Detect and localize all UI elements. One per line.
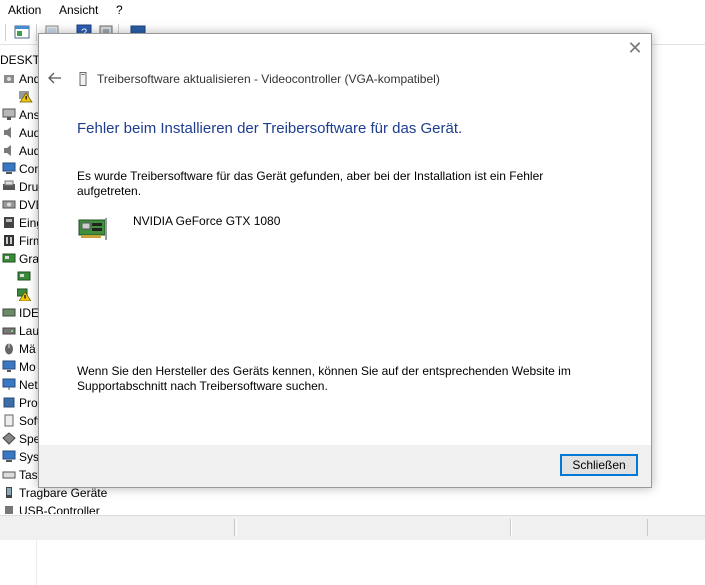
tree-item-label: Mä [19,342,36,356]
monitor-icon [2,360,16,373]
processor-icon [2,396,16,409]
gpu-warning-icon [16,288,32,302]
hid-icon [2,216,16,229]
dialog-title: Treibersoftware aktualisieren - Videocon… [97,72,440,86]
audio-input-icon [2,72,16,85]
tree-item[interactable]: IDE [0,304,40,322]
tree-item[interactable]: Syst [0,448,40,466]
device-tree-bottom: Tragbare Geräte USB-Controller [0,484,200,516]
speaker-icon [2,126,16,139]
tree-item-label: Mo [19,360,36,374]
warning-device-icon [19,90,33,103]
dialog-footer: Schließen [39,445,651,487]
usb-icon [2,504,16,514]
mouse-icon [2,342,16,355]
close-icon[interactable]: ✕ [627,39,643,57]
tree-item[interactable]: Aud [0,124,40,142]
tree-item[interactable]: Mä [0,340,40,358]
network-icon [2,378,16,391]
printer-icon [2,180,16,193]
tree-item-label: Ans [19,108,40,122]
tree-item[interactable] [0,88,40,106]
tree-item[interactable]: Eing [0,214,40,232]
status-cell [511,519,648,536]
firmware-icon [2,234,16,247]
tree-item-label: Firm [19,234,40,248]
update-driver-dialog: ✕ Treibersoftware aktualisieren - Videoc… [38,33,652,488]
tree-item-label: Net [19,378,38,392]
monitor-adapter-icon [2,108,16,121]
status-cell [236,519,511,536]
tree-item[interactable] [0,286,40,304]
tree-item-label: Tast [19,468,40,482]
computer-icon [2,162,16,175]
tree-item-label: USB-Controller [19,504,100,514]
graphics-card-icon [78,216,108,242]
tree-item[interactable]: And [0,70,40,88]
tree-item-label: Aud [19,126,40,140]
storage-icon [2,432,16,445]
tree-item-usb-controller[interactable]: USB-Controller [0,502,120,514]
tree-item-label: Dru [19,180,39,194]
tree-item[interactable]: Pro [0,394,40,412]
tree-item[interactable]: Aud [0,142,40,160]
system-icon [2,450,16,463]
tree-root-label: DESKTO [0,53,40,67]
menu-bar: Aktion Ansicht ? [0,0,705,20]
software-icon [2,414,16,427]
display-adapter-icon [2,252,16,265]
tree-item[interactable]: Dru [0,178,40,196]
divider [36,540,37,585]
status-cell [0,519,235,536]
tree-item[interactable]: Net [0,376,40,394]
manufacturer-hint: Wenn Sie den Hersteller des Geräts kenne… [77,364,571,393]
portable-device-icon [2,486,16,499]
properties-icon[interactable] [14,24,30,40]
toolbar-separator [36,24,37,41]
tree-item-label: Aud [19,144,40,158]
tree-item-label: Pro [19,396,38,410]
tree-root[interactable]: DESKTO [0,51,40,69]
toolbar-separator [5,24,6,41]
menu-help[interactable]: ? [116,3,123,17]
tree-item[interactable]: Tast [0,466,40,484]
disc-drive-icon [2,198,16,211]
close-button[interactable]: Schließen [560,454,638,476]
device-tree: DESKTO And Ans Aud Aud Com Dru DVD Eing … [0,45,40,515]
menu-aktion[interactable]: Aktion [8,3,41,17]
device-icon [79,72,87,86]
speaker-icon [2,144,16,157]
tree-item-label: Syst [19,450,40,464]
ide-icon [2,306,16,319]
tree-item[interactable]: Firm [0,232,40,250]
tree-item-label: Com [19,162,40,176]
back-arrow-icon[interactable] [47,70,63,86]
tree-item[interactable]: Lau [0,322,40,340]
tree-item[interactable] [0,268,40,286]
device-name: NVIDIA GeForce GTX 1080 [133,214,281,228]
tree-item-label: Eing [19,216,40,230]
menu-ansicht[interactable]: Ansicht [59,3,98,17]
drive-icon [2,324,16,337]
tree-item[interactable]: Com [0,160,40,178]
tree-item[interactable]: Spe [0,430,40,448]
gpu-icon [17,270,31,283]
tree-item[interactable]: Mo [0,358,40,376]
tree-item-label: And [19,72,40,86]
tree-item-label: Tragbare Geräte [19,486,108,500]
tree-item-label: DVD [19,198,40,212]
status-bar [0,515,705,540]
tree-item-label: Soft [19,414,40,428]
tree-item-label: Spe [19,432,40,446]
tree-item[interactable]: Soft [0,412,40,430]
tree-item-label: Lau [19,324,40,338]
tree-item-label: IDE [19,306,40,320]
tree-item[interactable]: DVD [0,196,40,214]
error-message: Es wurde Treibersoftware für das Gerät g… [77,169,544,198]
tree-item[interactable]: Ans [0,106,40,124]
keyboard-icon [2,468,16,481]
tree-item-label: Gra [19,252,40,266]
error-heading: Fehler beim Installieren der Treibersoft… [77,120,463,137]
tree-item[interactable]: Gra [0,250,40,268]
